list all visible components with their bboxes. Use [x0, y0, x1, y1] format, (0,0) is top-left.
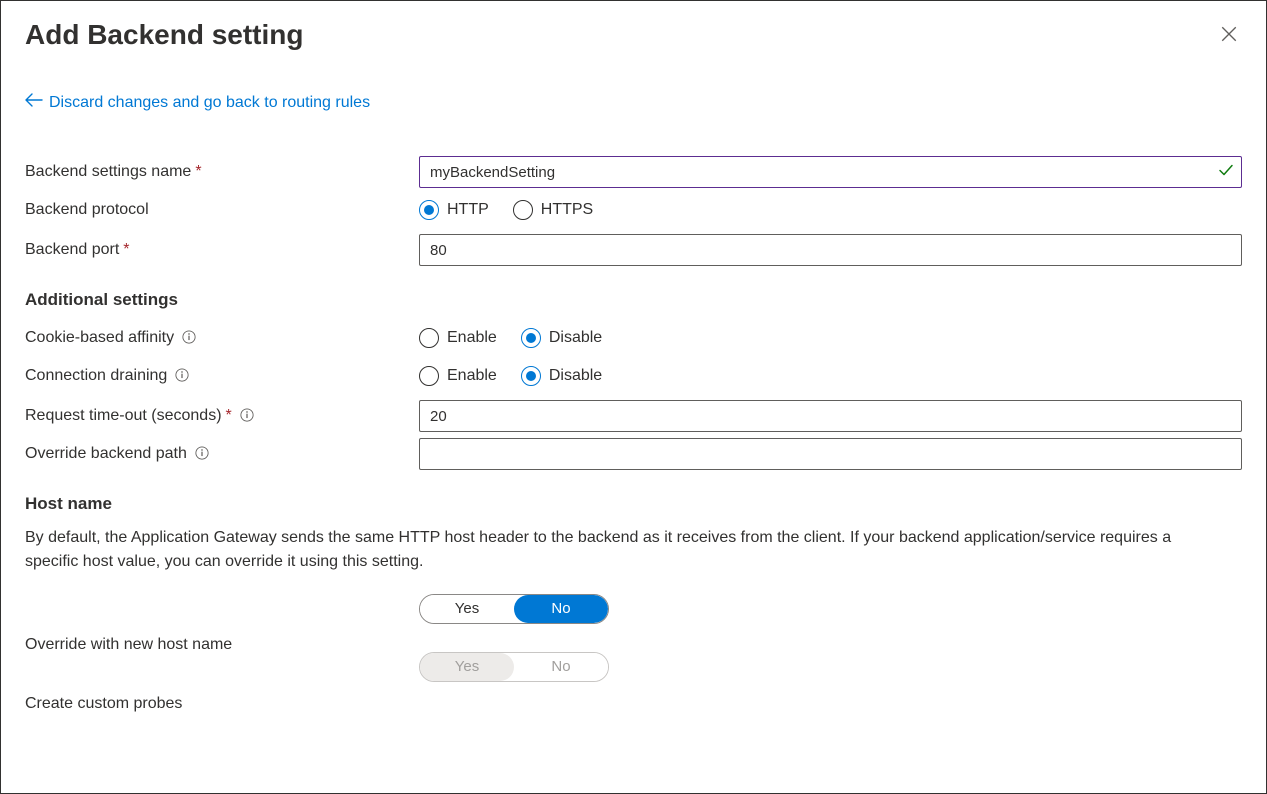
cookie-disable-label: Disable — [549, 329, 602, 347]
protocol-http-radio[interactable]: HTTP — [419, 200, 489, 220]
checkmark-icon — [1218, 163, 1234, 182]
required-marker: * — [226, 407, 232, 425]
panel-title: Add Backend setting — [25, 19, 303, 51]
back-link[interactable]: Discard changes and go back to routing r… — [25, 93, 370, 112]
cookie-disable-radio[interactable]: Disable — [521, 328, 602, 348]
label-backend-port: Backend port — [25, 241, 119, 259]
hostname-description: By default, the Application Gateway send… — [25, 526, 1225, 574]
label-backend-name: Backend settings name — [25, 163, 191, 181]
back-link-text: Discard changes and go back to routing r… — [49, 94, 370, 112]
required-marker: * — [195, 163, 201, 181]
override-hostname2-yes: Yes — [420, 653, 514, 681]
draining-radio-group: Enable Disable — [419, 366, 602, 386]
override-hostname-toggle-secondary: Yes No — [419, 652, 609, 682]
override-hostname-toggle: Yes No — [419, 594, 609, 624]
draining-disable-label: Disable — [549, 367, 602, 385]
label-timeout: Request time-out (seconds) — [25, 407, 222, 425]
close-icon[interactable] — [1220, 25, 1238, 46]
label-connection-draining: Connection draining — [25, 367, 167, 385]
backend-port-input[interactable] — [419, 234, 1242, 266]
cookie-enable-label: Enable — [447, 329, 497, 347]
add-backend-setting-panel: Add Backend setting Discard changes and … — [0, 0, 1267, 794]
draining-enable-label: Enable — [447, 367, 497, 385]
draining-disable-radio[interactable]: Disable — [521, 366, 602, 386]
override-hostname2-no: No — [514, 653, 608, 681]
arrow-left-icon — [25, 93, 43, 112]
hostname-heading: Host name — [25, 494, 1242, 514]
info-icon[interactable] — [195, 446, 211, 462]
required-marker: * — [123, 241, 129, 259]
info-icon[interactable] — [182, 330, 198, 346]
override-hostname-yes[interactable]: Yes — [420, 595, 514, 623]
override-path-input[interactable] — [419, 438, 1242, 470]
label-override-hostname: Override with new host name — [25, 636, 232, 654]
label-custom-probes: Create custom probes — [25, 695, 182, 713]
override-hostname-no[interactable]: No — [514, 595, 608, 623]
label-cookie-affinity: Cookie-based affinity — [25, 329, 174, 347]
protocol-radio-group: HTTP HTTPS — [419, 200, 593, 220]
draining-enable-radio[interactable]: Enable — [419, 366, 497, 386]
cookie-affinity-radio-group: Enable Disable — [419, 328, 602, 348]
label-override-path: Override backend path — [25, 445, 187, 463]
protocol-http-label: HTTP — [447, 201, 489, 219]
protocol-https-label: HTTPS — [541, 201, 593, 219]
label-backend-protocol: Backend protocol — [25, 201, 149, 219]
timeout-input[interactable] — [419, 400, 1242, 432]
protocol-https-radio[interactable]: HTTPS — [513, 200, 593, 220]
additional-settings-heading: Additional settings — [25, 290, 1242, 310]
info-icon[interactable] — [175, 368, 191, 384]
cookie-enable-radio[interactable]: Enable — [419, 328, 497, 348]
info-icon[interactable] — [240, 408, 256, 424]
backend-name-input[interactable] — [419, 156, 1242, 188]
